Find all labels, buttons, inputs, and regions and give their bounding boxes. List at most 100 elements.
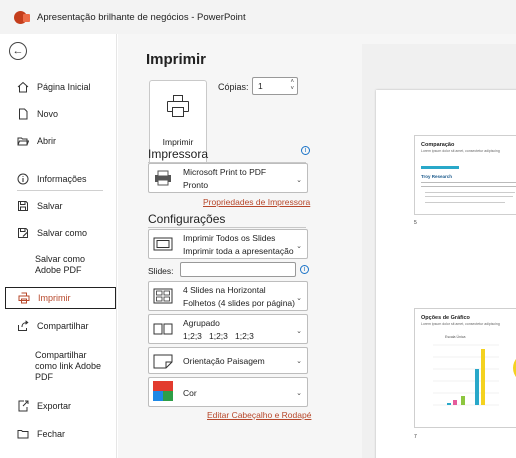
preview-page: Comparação Lorem ipsum dolor sit amet, c… xyxy=(376,90,516,458)
sidebar-item-save-as[interactable]: Salvar como xyxy=(5,224,116,242)
sidebar-item-open[interactable]: Abrir xyxy=(5,132,116,150)
sidebar-item-label: Compartilhar xyxy=(37,321,89,331)
info-icon[interactable]: i xyxy=(300,265,309,274)
copies-stepper[interactable]: 1 ˄ ˅ xyxy=(252,77,298,95)
sidebar-item-new[interactable]: Novo xyxy=(5,105,116,123)
collated-pages-icon xyxy=(152,320,174,338)
printer-dropdown[interactable]: Microsoft Print to PDF Pronto ⌄ xyxy=(148,163,308,193)
sidebar-item-close[interactable]: Fechar xyxy=(5,425,116,443)
close-folder-icon xyxy=(16,428,29,441)
orientation-dropdown[interactable]: Orientação Paisagem ⌄ xyxy=(148,347,308,374)
powerpoint-logo-icon xyxy=(14,10,30,24)
print-panel: Imprimir Imprimir Cópias: 1 ˄ ˅ Impressor… xyxy=(118,34,516,458)
four-slides-icon xyxy=(152,287,174,305)
printer-status: Pronto xyxy=(183,180,209,190)
slide-thumbnail: Comparação Lorem ipsum dolor sit amet, c… xyxy=(414,135,516,215)
slide-title: Comparação xyxy=(421,142,455,148)
layout-description: Folhetos (4 slides por página) xyxy=(183,298,295,308)
sidebar-item-label: Salvar como xyxy=(35,254,86,264)
accent-bar xyxy=(421,166,459,169)
copies-value: 1 xyxy=(258,81,263,91)
back-button[interactable]: ← xyxy=(9,42,27,60)
print-range-title: Imprimir Todos os Slides xyxy=(183,233,276,243)
chevron-down-icon: ⌄ xyxy=(296,358,302,365)
slide-subtitle: Lorem ipsum dolor sit amet, consectetur … xyxy=(421,322,500,326)
slide-thumbnail: Opções de Gráfico Lorem ipsum dolor sit … xyxy=(414,308,516,428)
slide-heading: Troy Research xyxy=(421,174,453,179)
layout-dropdown[interactable]: 4 Slides na Horizontal Folhetos (4 slide… xyxy=(148,281,308,311)
sidebar-item-label: Salvar como xyxy=(37,228,88,238)
sidebar-divider xyxy=(17,190,103,191)
chevron-down-icon: ⌄ xyxy=(296,328,302,335)
edit-header-footer-link[interactable]: Editar Cabeçalho e Rodapé xyxy=(207,410,311,420)
sidebar-item-label: Informações xyxy=(37,174,87,184)
printer-icon xyxy=(17,292,30,305)
print-button-label: Imprimir xyxy=(162,137,194,147)
share-icon xyxy=(16,320,29,333)
printer-device-icon xyxy=(152,169,174,187)
orientation-value: Orientação Paisagem xyxy=(183,356,265,366)
save-as-icon xyxy=(16,227,29,240)
page-title: Imprimir xyxy=(146,51,207,68)
chevron-down-icon: ⌄ xyxy=(296,243,302,250)
printer-section-title: Impressora xyxy=(148,147,209,161)
slide-number: 7 xyxy=(414,434,417,440)
slide-subtitle: Lorem ipsum dolor sit amet, consectetur … xyxy=(421,149,500,153)
sidebar-item-home[interactable]: Página Inicial xyxy=(5,78,116,96)
sidebar-item-label: Imprimir xyxy=(38,293,71,303)
sidebar-item-label: Exportar xyxy=(37,401,72,411)
sidebar-item-label: Adobe PDF xyxy=(35,265,82,275)
printer-properties-link[interactable]: Propriedades de Impressora xyxy=(203,197,310,207)
slides-input[interactable] xyxy=(180,262,296,277)
print-range-dropdown[interactable]: Imprimir Todos os Slides Imprimir toda a… xyxy=(148,229,308,259)
copies-label: Cópias: xyxy=(218,82,249,92)
slide-title: Opções de Gráfico xyxy=(421,315,470,321)
color-value: Cor xyxy=(183,388,197,398)
slide-number: 5 xyxy=(414,220,417,226)
sidebar-item-print[interactable]: Imprimir xyxy=(5,287,116,309)
sidebar-item-save[interactable]: Salvar xyxy=(5,197,116,215)
chevron-down-icon: ⌄ xyxy=(296,390,302,397)
sidebar-item-label: PDF xyxy=(35,372,53,382)
all-slides-icon xyxy=(152,235,174,253)
save-icon xyxy=(16,200,29,213)
sidebar-item-label: Página Inicial xyxy=(37,82,91,92)
sidebar-item-share[interactable]: Compartilhar xyxy=(5,317,116,335)
sidebar-item-label: como link Adobe xyxy=(35,361,102,371)
landscape-icon xyxy=(152,352,174,370)
export-icon xyxy=(16,400,29,413)
print-range-description: Imprimir toda a apresentação xyxy=(183,246,294,256)
new-file-icon xyxy=(16,108,29,121)
chevron-down-icon: ⌄ xyxy=(296,177,302,184)
collate-title: Agrupado xyxy=(183,318,220,328)
color-swatch-icon xyxy=(152,381,174,401)
printer-icon xyxy=(167,95,189,121)
sidebar-item-label: Novo xyxy=(37,109,59,119)
color-dropdown[interactable]: Cor ⌄ xyxy=(148,377,308,407)
sidebar-item-share-adobe-link[interactable]: Compartilhar como link Adobe PDF xyxy=(35,350,101,383)
info-icon[interactable]: i xyxy=(301,146,310,155)
settings-section-title: Configurações xyxy=(148,212,226,226)
window-title: Apresentação brilhante de negócios - Pow… xyxy=(37,11,246,23)
sidebar-item-label: Abrir xyxy=(37,136,57,146)
collate-dropdown[interactable]: Agrupado 1;2;3 1;2;3 1;2;3 ⌄ xyxy=(148,314,308,344)
sidebar-item-info[interactable]: Informações xyxy=(5,170,116,188)
collate-description: 1;2;3 1;2;3 1;2;3 xyxy=(183,331,254,341)
chevron-down-icon: ⌄ xyxy=(296,295,302,302)
layout-title: 4 Slides na Horizontal xyxy=(183,285,266,295)
sidebar-item-export[interactable]: Exportar xyxy=(5,397,116,415)
info-icon xyxy=(16,173,29,186)
folder-open-icon xyxy=(16,135,29,148)
sidebar-item-save-adobe-pdf[interactable]: Salvar como Adobe PDF xyxy=(35,254,85,276)
print-preview[interactable]: Comparação Lorem ipsum dolor sit amet, c… xyxy=(362,44,516,458)
section-divider xyxy=(148,227,306,228)
mini-chart xyxy=(433,344,499,406)
printer-name: Microsoft Print to PDF xyxy=(183,167,267,177)
sidebar-item-label: Fechar xyxy=(37,429,66,439)
chart-label: Escala Única xyxy=(445,335,466,339)
home-icon xyxy=(16,81,29,94)
spin-arrows-icon[interactable]: ˄ ˅ xyxy=(290,79,294,93)
sidebar-item-label: Compartilhar xyxy=(35,350,87,360)
backstage-sidebar: ← Página Inicial Novo Abrir Informações … xyxy=(0,34,117,458)
slides-label: Slides: xyxy=(148,266,174,276)
